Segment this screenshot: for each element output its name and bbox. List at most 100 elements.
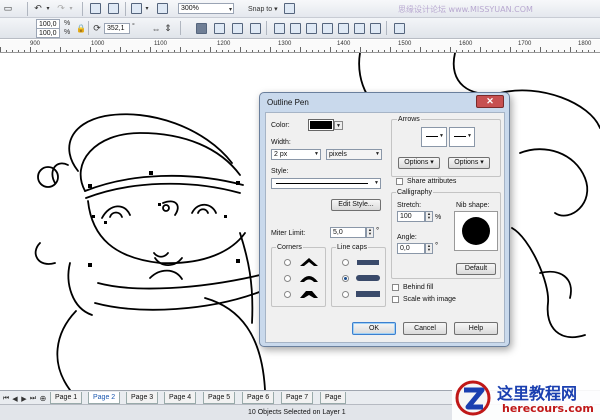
page-tab[interactable]: Page 7	[281, 392, 314, 404]
edit-style-button[interactable]: Edit Style...	[331, 199, 381, 211]
back-minus-front-icon[interactable]	[354, 23, 365, 34]
ruler-tick	[246, 50, 247, 52]
ruler-tick	[6, 50, 7, 52]
copy-icon[interactable]: ▭	[2, 2, 14, 15]
color-dropdown-icon[interactable]: ▼	[334, 121, 343, 130]
default-nib-button[interactable]: Default	[456, 263, 496, 275]
mirror-vertical-icon[interactable]: ⇕	[162, 22, 174, 35]
simplify-icon[interactable]	[322, 23, 333, 34]
start-arrow-dropdown-icon[interactable]: ▼	[437, 132, 446, 141]
redo-icon[interactable]: ↷	[55, 2, 67, 15]
ungroup-icon[interactable]	[214, 23, 225, 34]
options-icon[interactable]	[284, 3, 295, 14]
redo-dropdown-icon[interactable]: ▾	[67, 2, 75, 15]
body-left	[56, 310, 77, 390]
status-text: 10 Objects Selected on Layer 1	[248, 409, 346, 416]
page-tab[interactable]: Page 6	[242, 392, 275, 404]
ruler-tick	[486, 50, 487, 52]
unit-dropdown-icon[interactable]: ▼	[373, 150, 382, 159]
stretch-field[interactable]: 100	[397, 211, 425, 222]
cheek-line	[162, 200, 179, 216]
lock-ratio-icon[interactable]: 🔒	[76, 22, 86, 35]
arrows-label: Arrows	[397, 116, 421, 123]
launcher-dropdown-icon[interactable]: ▾	[143, 2, 151, 15]
ruler-tick	[312, 50, 313, 52]
corner-bevel-radio[interactable]	[284, 291, 291, 298]
undo-icon[interactable]: ↶	[32, 2, 44, 15]
miter-spinner[interactable]: ▲ ▼	[366, 227, 374, 238]
cap-round-radio[interactable]	[342, 275, 349, 282]
ruler-tick	[186, 50, 187, 52]
intersect-icon[interactable]	[306, 23, 317, 34]
angle-spinner[interactable]: ▲ ▼	[425, 243, 433, 254]
create-boundary-icon[interactable]	[370, 23, 381, 34]
ruler-tick	[366, 50, 367, 52]
snap-to-menu[interactable]: Snap to ▾	[248, 5, 278, 13]
color-picker[interactable]	[308, 119, 334, 131]
application-launcher-icon[interactable]	[131, 3, 142, 14]
mirror-horizontal-icon[interactable]: ⇔	[150, 22, 162, 35]
page-tab[interactable]: Page 3	[126, 392, 159, 404]
ruler-tick	[288, 50, 289, 52]
nib-shape-preview[interactable]	[454, 211, 498, 251]
nose-tip	[153, 252, 169, 258]
group-icon[interactable]	[196, 23, 207, 34]
corner-round-radio[interactable]	[284, 275, 291, 282]
ruler-tick	[540, 47, 541, 52]
standard-toolbar: ▭ ↶ ▾ ↷ ▾ ▾ 300% ▾ Snap to ▾ 思缘设计论坛 www.…	[0, 0, 600, 18]
cap-square-radio[interactable]	[342, 291, 349, 298]
ruler-label: 1400	[337, 41, 351, 47]
share-attributes-checkbox[interactable]	[396, 178, 403, 185]
arrow-options-left-button[interactable]: Options ▾	[398, 157, 440, 169]
ruler-label: 1000	[91, 41, 105, 47]
combine-icon[interactable]	[250, 23, 261, 34]
ruler-tick	[558, 50, 559, 52]
page-tab[interactable]: Page 1	[50, 392, 83, 404]
stretch-spinner[interactable]: ▲ ▼	[425, 211, 433, 222]
import-icon[interactable]	[90, 3, 101, 14]
horizontal-ruler[interactable]: 900 1000 1100 1200 1300 1400 1500 1600 1…	[0, 40, 600, 53]
ruler-tick	[144, 50, 145, 52]
trim-icon[interactable]	[290, 23, 301, 34]
width-dropdown-icon[interactable]: ▼	[312, 150, 321, 159]
undo-dropdown-icon[interactable]: ▾	[44, 2, 52, 15]
help-button[interactable]: Help	[454, 322, 498, 335]
welcome-screen-icon[interactable]	[157, 3, 168, 14]
arrow-options-right-button[interactable]: Options ▾	[448, 157, 490, 169]
stretch-percent-unit: %	[435, 214, 442, 221]
cancel-button[interactable]: Cancel	[403, 322, 447, 335]
ruler-tick	[192, 50, 193, 52]
front-minus-back-icon[interactable]	[338, 23, 349, 34]
angle-field[interactable]: 0,0	[397, 243, 425, 254]
ok-button[interactable]: OK	[352, 322, 396, 335]
node-marker	[224, 215, 227, 218]
zoom-dropdown-icon[interactable]: ▾	[227, 3, 234, 16]
align-distribute-icon[interactable]	[394, 23, 405, 34]
page-tab[interactable]: Page	[320, 392, 347, 404]
page-tab[interactable]: Page 4	[164, 392, 197, 404]
ruler-label: 1100	[154, 41, 167, 47]
beard-left	[67, 262, 93, 316]
ruler-tick	[216, 50, 217, 52]
rotation-angle-field[interactable]: 352,1	[104, 23, 130, 34]
cap-butt-radio[interactable]	[342, 259, 349, 266]
page-tab[interactable]: Page 2	[88, 392, 121, 404]
close-button[interactable]: ✕	[476, 95, 504, 108]
ruler-tick	[318, 50, 319, 52]
style-selector[interactable]	[271, 178, 381, 189]
scale-with-image-label: Scale with image	[403, 296, 456, 303]
page-tab[interactable]: Page 5	[203, 392, 236, 404]
scale-y-field[interactable]: 100,0	[36, 28, 60, 38]
miter-limit-field[interactable]: 5,0	[330, 227, 366, 238]
zoom-level-field[interactable]: 300%	[178, 3, 234, 14]
ruler-tick	[510, 47, 511, 52]
scale-with-image-checkbox[interactable]	[392, 296, 399, 303]
end-arrow-dropdown-icon[interactable]: ▼	[465, 132, 474, 141]
ungroup-all-icon[interactable]	[232, 23, 243, 34]
behind-fill-checkbox[interactable]	[392, 284, 399, 291]
weld-icon[interactable]	[274, 23, 285, 34]
corner-miter-radio[interactable]	[284, 259, 291, 266]
style-dropdown-icon[interactable]: ▼	[372, 179, 381, 188]
ruler-tick	[336, 50, 337, 52]
export-icon[interactable]	[108, 3, 119, 14]
